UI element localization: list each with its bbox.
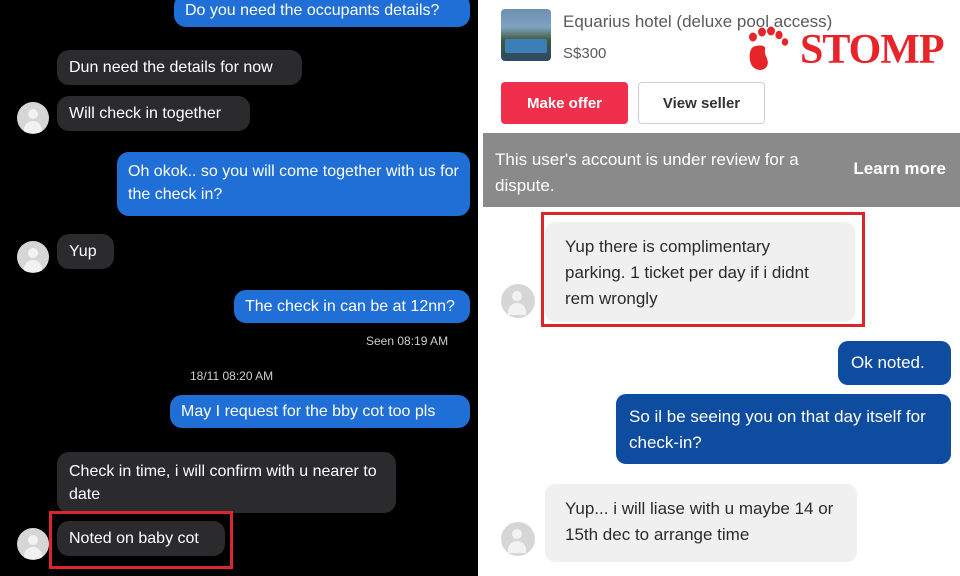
chat-bubble-incoming: Yup... i will liase with u maybe 14 or 1…	[545, 484, 857, 562]
highlight-box	[541, 212, 865, 327]
user-avatar-icon	[17, 241, 49, 273]
chat-bubble-outgoing: So il be seeing you on that day itself f…	[616, 394, 951, 464]
listing-price: S$300	[563, 45, 607, 62]
listing-thumbnail[interactable]	[501, 9, 551, 61]
make-offer-button[interactable]: Make offer	[501, 82, 628, 124]
chat-bubble-outgoing: Ok noted.	[838, 341, 951, 385]
user-avatar-icon	[17, 102, 49, 134]
seen-status: Seen 08:19 AM	[366, 334, 449, 348]
chat-bubble-incoming: Check in time, i will confirm with u nea…	[57, 452, 396, 513]
chat-bubble-outgoing: Do you need the occupants details?	[174, 0, 470, 27]
chat-bubble-incoming: Will check in together	[57, 96, 250, 131]
highlight-box	[49, 511, 233, 569]
right-chat-screenshot: Equarius hotel (deluxe pool access) S$30…	[483, 0, 960, 576]
stomp-logo-text: STOMP	[800, 27, 945, 73]
user-avatar-icon	[17, 528, 49, 560]
view-seller-button[interactable]: View seller	[638, 82, 765, 124]
chat-bubble-outgoing: Oh okok.. so you will come together with…	[117, 152, 470, 216]
message-timestamp: 18/11 08:20 AM	[190, 369, 274, 383]
stomp-footprint-icon	[740, 20, 796, 77]
account-review-banner: This user's account is under review for …	[483, 133, 960, 207]
chat-bubble-outgoing: May I request for the bby cot too pls	[170, 395, 470, 428]
learn-more-link[interactable]: Learn more	[853, 159, 946, 179]
chat-bubble-incoming: Yup	[57, 234, 114, 269]
user-avatar-icon	[501, 284, 535, 318]
banner-text: This user's account is under review for …	[495, 150, 799, 195]
left-chat-screenshot: Do you need the occupants details? Dun n…	[0, 0, 478, 576]
chat-bubble-outgoing: The check in can be at 12nn?	[234, 290, 470, 323]
chat-bubble-incoming: Dun need the details for now	[57, 50, 302, 85]
user-avatar-icon	[501, 522, 535, 556]
